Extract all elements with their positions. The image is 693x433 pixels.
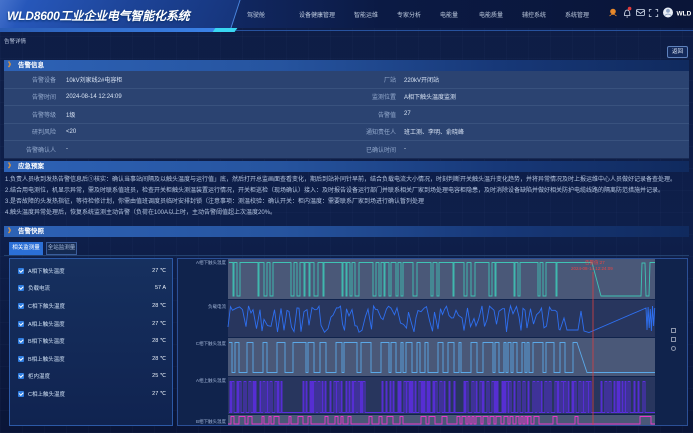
svg-text:WLD: WLD [677, 11, 692, 18]
